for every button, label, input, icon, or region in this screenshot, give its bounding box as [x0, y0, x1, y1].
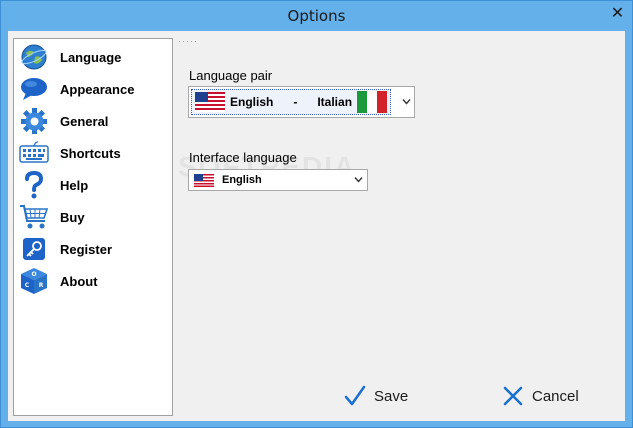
cancel-button-label: Cancel: [532, 387, 579, 405]
save-button-label: Save: [374, 387, 409, 405]
language-pair-selection: English - Italian: [191, 89, 391, 115]
sidebar-item-label: About: [60, 273, 98, 289]
svg-text:R: R: [39, 282, 44, 289]
close-button[interactable]: ✕: [605, 3, 630, 22]
sidebar-item-register[interactable]: Register: [18, 234, 168, 264]
close-icon: ✕: [610, 4, 625, 22]
svg-text:C: C: [25, 282, 30, 289]
options-window: Options ✕ SOFTPEDIA Language Appearance …: [0, 0, 633, 428]
source-language: English: [230, 95, 274, 109]
language-pair-label: Language pair: [189, 68, 273, 83]
italy-flag-icon: [357, 91, 388, 113]
us-flag-icon: [195, 92, 225, 112]
pair-separator: -: [293, 95, 298, 109]
save-button[interactable]: Save: [344, 378, 408, 414]
question-icon: [18, 170, 50, 200]
sidebar: Language Appearance General Shortcuts He…: [13, 38, 173, 416]
speech-bubble-icon: [18, 74, 50, 104]
sidebar-item-appearance[interactable]: Appearance: [18, 74, 168, 104]
key-icon: [18, 234, 50, 264]
sidebar-item-label: General: [60, 113, 109, 129]
globe-icon: [18, 42, 50, 72]
checkmark-icon: [344, 385, 366, 407]
window-title: Options: [287, 7, 346, 25]
sidebar-item-label: Help: [60, 177, 89, 193]
sidebar-item-general[interactable]: General: [18, 106, 168, 136]
sidebar-item-label: Buy: [60, 209, 85, 225]
cross-icon: [502, 385, 524, 407]
sidebar-item-label: Shortcuts: [60, 145, 121, 161]
interface-language-dropdown[interactable]: English: [188, 169, 368, 191]
interface-language-value: English: [222, 174, 262, 186]
chevron-down-icon: [354, 175, 363, 186]
sidebar-item-help[interactable]: Help: [18, 170, 168, 200]
sidebar-item-about[interactable]: O C R About: [18, 266, 168, 296]
svg-text:O: O: [31, 271, 36, 278]
chevron-down-icon: [402, 97, 411, 108]
target-language: Italian: [317, 95, 353, 109]
sidebar-item-label: Appearance: [60, 81, 135, 97]
client-area: SOFTPEDIA Language Appearance General Sh…: [8, 31, 625, 421]
language-pair-dropdown[interactable]: English - Italian: [188, 86, 415, 118]
cube-icon: O C R: [18, 266, 50, 296]
sidebar-item-buy[interactable]: Buy: [18, 202, 168, 232]
cart-icon: [18, 202, 50, 232]
gear-icon: [18, 106, 50, 136]
sidebar-item-shortcuts[interactable]: Shortcuts: [18, 138, 168, 168]
interface-language-label: Interface language: [189, 150, 297, 165]
sidebar-item-label: Register: [60, 241, 113, 257]
sidebar-item-language[interactable]: Language: [18, 42, 168, 72]
cancel-button[interactable]: Cancel: [502, 378, 579, 414]
sidebar-item-label: Language: [60, 49, 122, 65]
splitter-grip[interactable]: ·····: [178, 36, 198, 46]
title-bar[interactable]: Options ✕: [1, 1, 632, 31]
keyboard-icon: [18, 138, 50, 168]
us-flag-icon: [194, 173, 214, 187]
